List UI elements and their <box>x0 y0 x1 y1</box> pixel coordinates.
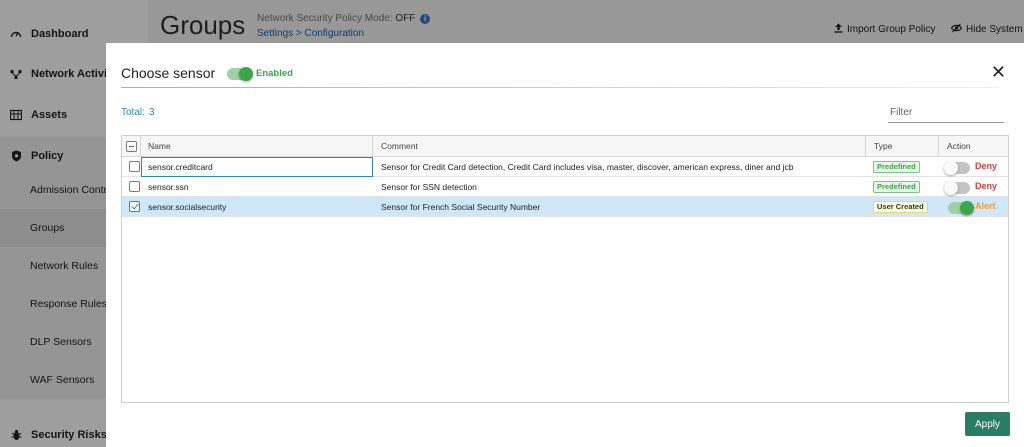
toggle-knob <box>239 67 253 81</box>
row-checkbox[interactable] <box>129 161 140 172</box>
action-toggle[interactable] <box>944 181 970 195</box>
type-badge: Predefined <box>873 161 920 173</box>
action-label: Alert <box>975 201 996 211</box>
type-badge: User Created <box>873 201 928 213</box>
toggle-knob <box>944 161 958 175</box>
row-checkbox[interactable] <box>129 201 140 212</box>
row-checkbox[interactable] <box>129 181 140 192</box>
title-divider <box>121 87 999 88</box>
table-row[interactable]: sensor.socialsecurity Sensor for French … <box>122 197 1008 217</box>
column-header-name[interactable]: Name <box>141 136 373 157</box>
sensor-name: sensor.socialsecurity <box>148 202 227 212</box>
select-all-cell <box>122 136 141 157</box>
choose-sensor-dialog: Choose sensor Enabled ✕ Total:3 Name Com… <box>106 43 1024 447</box>
action-label: Deny <box>975 181 998 191</box>
sensor-comment: Sensor for Credit Card detection, Credit… <box>381 162 794 172</box>
select-all-checkbox[interactable] <box>126 141 137 152</box>
table-row[interactable]: sensor.ssn Sensor for SSN detection Pred… <box>122 177 1008 197</box>
sensor-name: sensor.ssn <box>148 182 189 192</box>
table-row[interactable]: sensor.creditcard Sensor for Credit Card… <box>122 157 1008 177</box>
action-label: Deny <box>975 161 998 171</box>
sensor-comment: Sensor for SSN detection <box>381 182 477 192</box>
sensor-name: sensor.creditcard <box>148 162 213 172</box>
total-value: 3 <box>148 107 155 118</box>
column-header-type[interactable]: Type <box>866 136 939 157</box>
sensor-table: Name Comment Type Action sensor.creditca… <box>121 135 1009 403</box>
close-icon[interactable]: ✕ <box>991 63 1006 81</box>
action-toggle[interactable] <box>948 201 974 215</box>
toggle-knob <box>960 201 974 215</box>
table-header: Name Comment Type Action <box>122 136 1008 157</box>
toggle-knob <box>944 181 958 195</box>
total-label: Total: <box>121 107 145 118</box>
action-toggle[interactable] <box>944 161 970 175</box>
dialog-title: Choose sensor <box>121 65 216 81</box>
column-header-action[interactable]: Action <box>939 136 1008 157</box>
apply-button[interactable]: Apply <box>965 412 1010 436</box>
enabled-toggle[interactable] <box>227 67 253 81</box>
column-header-comment[interactable]: Comment <box>373 136 866 157</box>
sensor-comment: Sensor for French Social Security Number <box>381 202 541 212</box>
enabled-label: Enabled <box>256 68 293 79</box>
total-count: Total: 3 <box>121 107 154 118</box>
filter-input[interactable] <box>888 103 1004 123</box>
type-badge: Predefined <box>873 181 920 193</box>
